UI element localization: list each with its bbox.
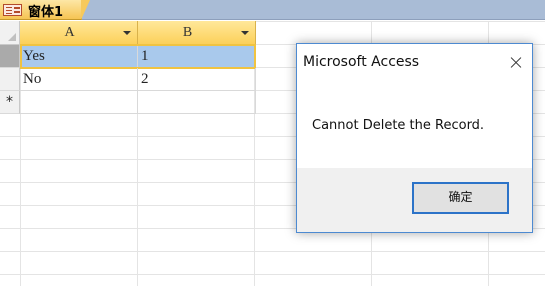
dialog-title: Microsoft Access	[303, 54, 420, 70]
cell-a[interactable]: No	[20, 68, 138, 91]
tab-label: 窗体1	[28, 5, 64, 20]
column-header-label: B	[182, 25, 193, 40]
dialog-body: Cannot Delete the Record.	[297, 80, 532, 168]
column-header-a[interactable]: A	[20, 21, 138, 45]
dialog-message: Cannot Delete the Record.	[312, 118, 485, 133]
form-icon	[3, 4, 22, 16]
cell-b[interactable]	[138, 91, 256, 114]
new-record-icon: *	[0, 91, 20, 114]
cell-b[interactable]: 2	[138, 68, 256, 91]
record-selector[interactable]	[0, 45, 20, 68]
close-icon[interactable]	[498, 44, 532, 80]
cell-b[interactable]: 1	[138, 45, 256, 68]
record-selector[interactable]	[0, 68, 20, 91]
column-header-b[interactable]: B	[138, 21, 256, 45]
cell-a[interactable]: Yes	[20, 45, 138, 68]
select-all-corner[interactable]	[0, 21, 20, 45]
cell-a[interactable]	[20, 91, 138, 114]
column-filter-dropdown-icon[interactable]	[123, 31, 131, 35]
tab-form1[interactable]: 窗体1	[0, 0, 90, 20]
column-header-label: A	[64, 25, 75, 40]
message-dialog: Microsoft Access Cannot Delete the Recor…	[296, 43, 533, 233]
dialog-footer: 确定	[297, 168, 532, 232]
column-filter-dropdown-icon[interactable]	[241, 31, 249, 35]
ok-button[interactable]: 确定	[412, 182, 509, 214]
document-tab-strip: 窗体1	[0, 0, 545, 20]
